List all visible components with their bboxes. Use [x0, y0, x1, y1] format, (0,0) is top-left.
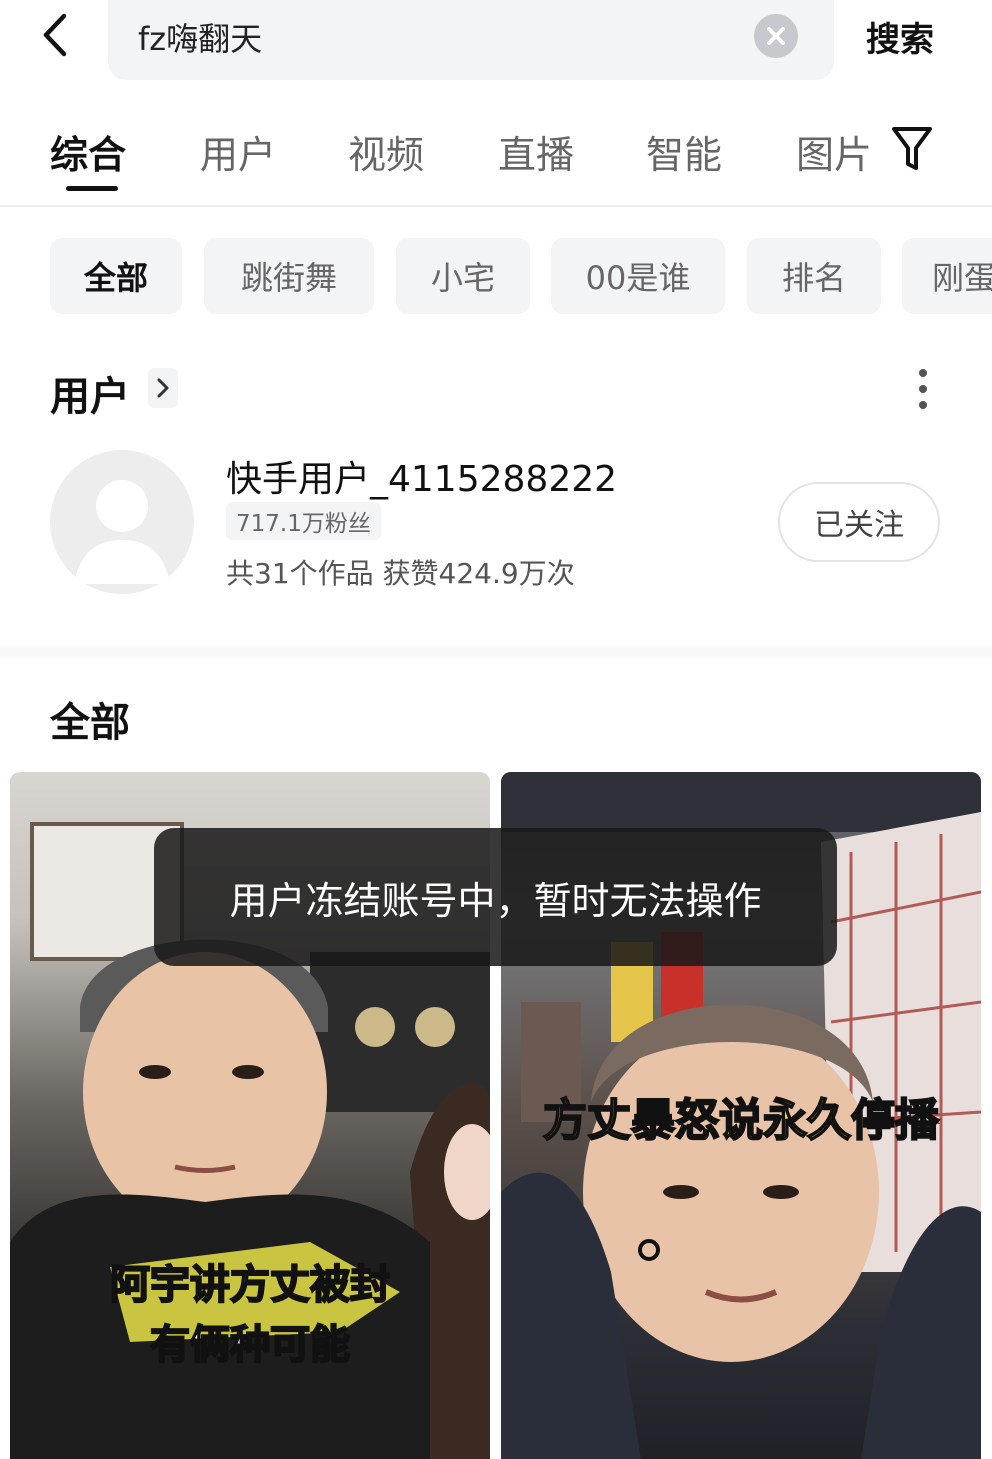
active-tab-indicator — [66, 186, 118, 191]
video-caption: 阿宇讲方丈被封 — [109, 1261, 391, 1309]
more-options-icon[interactable] — [910, 368, 936, 410]
toast-message: 用户冻结账号中，暂时无法操作 — [154, 828, 837, 966]
chip-xiaozhai[interactable]: 小宅 — [396, 238, 530, 314]
chip-who-is-00[interactable]: 00是谁 — [551, 238, 725, 314]
chip-gangdan[interactable]: 刚蛋 — [902, 238, 992, 314]
tab-divider — [0, 205, 992, 207]
users-section-title[interactable]: 用户 — [50, 364, 130, 422]
clear-icon[interactable] — [754, 14, 798, 58]
chip-all[interactable]: 全部 — [50, 238, 182, 314]
video-caption: 方丈暴怒说永久停播 — [542, 1094, 940, 1147]
chevron-right-icon[interactable] — [148, 368, 178, 408]
video-caption: 有俩种可能 — [149, 1321, 351, 1369]
back-arrow-icon[interactable] — [36, 10, 76, 60]
all-section-title: 全部 — [50, 700, 130, 746]
avatar[interactable] — [50, 450, 194, 594]
user-name[interactable]: 快手用户_4115288222 — [226, 450, 617, 502]
user-stats: 共31个作品 获赞424.9万次 — [226, 557, 575, 590]
chip-street-dance[interactable]: 跳街舞 — [204, 238, 374, 314]
section-divider — [0, 646, 992, 658]
tab-comprehensive[interactable]: 综合 — [50, 124, 126, 179]
fans-count-badge: 717.1万粉丝 — [226, 502, 381, 540]
chip-ranking[interactable]: 排名 — [747, 238, 881, 314]
tab-smart[interactable]: 智能 — [646, 124, 722, 179]
search-input[interactable]: fz嗨翻天 — [108, 0, 834, 80]
search-button[interactable]: 搜索 — [866, 12, 934, 61]
search-query-text: fz嗨翻天 — [138, 20, 263, 58]
filter-icon[interactable] — [890, 124, 934, 174]
tab-images[interactable]: 图片 — [796, 124, 872, 179]
tab-live[interactable]: 直播 — [498, 124, 574, 179]
tab-users[interactable]: 用户 — [200, 124, 276, 179]
followed-button[interactable]: 已关注 — [778, 482, 940, 562]
tab-videos[interactable]: 视频 — [348, 124, 424, 179]
